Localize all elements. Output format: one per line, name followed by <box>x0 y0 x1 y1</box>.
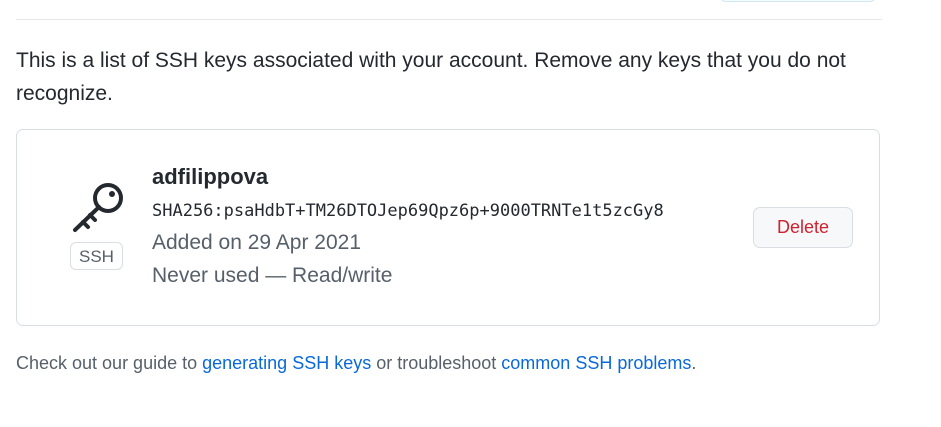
ssh-help-text: Check out our guide to generating SSH ke… <box>16 351 696 375</box>
ssh-key-type-badge: SSH <box>70 242 123 270</box>
ssh-keys-description: This is a list of SSH keys associated wi… <box>16 49 846 105</box>
ssh-key-added-date: Added on 29 Apr 2021 <box>152 231 362 254</box>
ssh-help-suffix: . <box>691 353 697 373</box>
ssh-help-prefix: Check out our guide to <box>16 353 203 373</box>
ssh-key-fingerprint: SHA256:psaHdbT+TM26DTOJep69Qpz6p+9000TRN… <box>152 201 664 221</box>
top-button-fragment[interactable] <box>720 0 876 2</box>
top-divider <box>16 19 882 20</box>
ssh-help-middle: or troubleshoot <box>371 353 502 373</box>
key-icon <box>73 183 123 232</box>
ssh-key-card <box>16 129 880 326</box>
ssh-key-title: adfilippova <box>152 164 269 189</box>
common-ssh-problems-link[interactable]: common SSH problems <box>501 353 691 373</box>
delete-ssh-key-button[interactable]: Delete <box>753 207 853 248</box>
generating-ssh-keys-link[interactable]: generating SSH keys <box>202 353 371 373</box>
ssh-key-usage-status: Never used — Read/write <box>152 264 393 287</box>
